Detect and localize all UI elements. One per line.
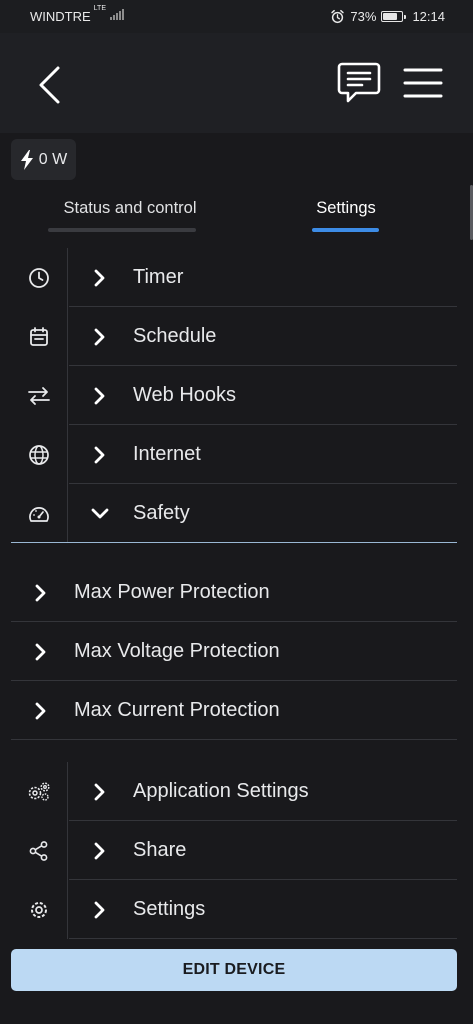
- network-type: LTE: [93, 5, 106, 12]
- settings-row-internet[interactable]: Internet: [0, 425, 473, 484]
- power-value: 0 W: [38, 150, 68, 168]
- divider: [69, 938, 457, 939]
- clock-time: 12:14: [412, 9, 445, 24]
- gears-icon: [28, 781, 50, 801]
- alarm-icon: [330, 9, 345, 24]
- settings-row-share[interactable]: Share: [0, 821, 473, 880]
- tab-bar: Status and control Settings: [0, 199, 473, 235]
- settings-row-label: Internet: [133, 443, 201, 465]
- menu-button[interactable]: [398, 63, 448, 103]
- chevron-right-icon: [94, 901, 105, 918]
- subitem-max-voltage-protection[interactable]: Max Voltage Protection: [0, 622, 473, 681]
- subitem-label: Max Voltage Protection: [74, 640, 280, 662]
- tab-status-and-control[interactable]: Status and control: [40, 199, 220, 218]
- gauge-icon: [28, 506, 49, 522]
- settings-row-label: Safety: [133, 502, 190, 524]
- chevron-right-icon: [94, 842, 105, 859]
- settings-row-label: Settings: [133, 898, 206, 920]
- edit-device-button[interactable]: EDIT DEVICE: [11, 949, 457, 991]
- settings-row-timer[interactable]: Timer: [0, 248, 473, 307]
- lightning-bolt-icon: [20, 149, 33, 170]
- carrier-name: WINDTRE: [30, 9, 91, 24]
- chevron-right-icon: [94, 328, 105, 345]
- chevron-right-icon: [94, 387, 105, 404]
- settings-list: Timer Schedule Web Hooks Internet Safety…: [0, 248, 473, 939]
- subitem-max-power-protection[interactable]: Max Power Protection: [0, 563, 473, 622]
- status-bar: WINDTRE LTE 73% 12:14: [0, 0, 473, 33]
- settings-row-label: Web Hooks: [133, 384, 237, 406]
- chevron-right-icon: [35, 643, 46, 660]
- subitem-max-current-protection[interactable]: Max Current Protection: [0, 681, 473, 740]
- settings-row-safety[interactable]: Safety: [0, 484, 473, 543]
- settings-row-label: Application Settings: [133, 780, 309, 802]
- settings-list-2: Application Settings Share Settings: [0, 740, 473, 939]
- swap-arrows-icon: [27, 386, 50, 405]
- app-bar: [0, 33, 473, 133]
- tab-indicator-active: [312, 228, 379, 232]
- signal-icon: [110, 9, 124, 20]
- chevron-right-icon: [94, 783, 105, 800]
- chevron-right-icon: [94, 269, 105, 286]
- subitem-label: Max Current Protection: [74, 699, 280, 721]
- settings-row-web-hooks[interactable]: Web Hooks: [0, 366, 473, 425]
- settings-row-application-settings[interactable]: Application Settings: [0, 762, 473, 821]
- chevron-right-icon: [35, 584, 46, 601]
- gear-icon: [30, 901, 47, 918]
- tab-settings[interactable]: Settings: [300, 199, 392, 218]
- back-button[interactable]: [28, 63, 72, 107]
- chevron-down-icon: [91, 508, 109, 518]
- chevron-right-icon: [94, 446, 105, 463]
- share-icon: [29, 840, 47, 861]
- subitem-label: Max Power Protection: [74, 581, 270, 603]
- clock-icon: [28, 267, 49, 288]
- settings-row-label: Schedule: [133, 325, 217, 347]
- settings-row-label: Share: [133, 839, 187, 861]
- main-content: 0 W Status and control Settings Timer Sc…: [0, 133, 473, 1024]
- safety-subitems: Max Power Protection Max Voltage Protect…: [0, 543, 473, 740]
- back-arrow-icon: [39, 66, 60, 104]
- chat-button[interactable]: [334, 59, 384, 107]
- hamburger-menu-icon: [403, 68, 443, 98]
- power-chip[interactable]: 0 W: [11, 139, 76, 180]
- divider: [11, 739, 457, 740]
- battery-percent: 73%: [350, 9, 377, 24]
- chat-message-icon: [337, 62, 381, 103]
- status-bar-left: WINDTRE LTE: [30, 5, 124, 24]
- battery-icon: [381, 11, 407, 22]
- expanded-divider: [11, 542, 457, 543]
- settings-row-schedule[interactable]: Schedule: [0, 307, 473, 366]
- settings-row-label: Timer: [133, 266, 184, 288]
- status-bar-right: 73% 12:14: [330, 9, 445, 24]
- globe-icon: [28, 444, 49, 465]
- settings-row-settings[interactable]: Settings: [0, 880, 473, 939]
- tab-indicator-inactive: [48, 228, 196, 232]
- chevron-right-icon: [35, 702, 46, 719]
- calendar-icon: [29, 326, 48, 346]
